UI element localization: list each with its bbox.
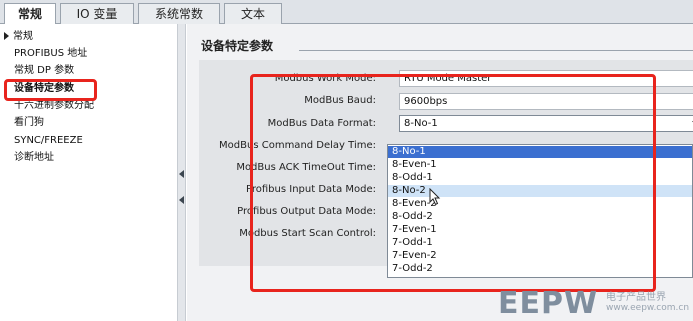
nav-item-profibus-address[interactable]: PROFIBUS 地址 bbox=[14, 45, 87, 62]
watermark-subtitle: 电子产品世界 bbox=[606, 292, 666, 303]
nav-item-general[interactable]: 常规 bbox=[4, 28, 33, 45]
nav-item-diagnostic-address[interactable]: 诊断地址 bbox=[14, 149, 54, 166]
nav-item-sync-freeze[interactable]: SYNC/FREEZE bbox=[14, 132, 83, 149]
eepw-watermark-logo: EEPW bbox=[498, 286, 599, 321]
watermark-url: www.eepw.com.cn bbox=[606, 303, 690, 313]
highlight-box-params bbox=[250, 74, 656, 292]
section-title: 设备特定参数 bbox=[201, 39, 274, 53]
highlight-box-nav bbox=[4, 79, 97, 101]
expand-caret-icon bbox=[4, 32, 9, 40]
section-divider bbox=[299, 50, 693, 51]
collapse-left-icon[interactable] bbox=[179, 170, 184, 178]
tab-system-constants[interactable]: 系统常数 bbox=[138, 3, 220, 24]
expand-left-icon[interactable] bbox=[179, 196, 184, 204]
nav-item-watchdog[interactable]: 看门狗 bbox=[14, 114, 44, 131]
tab-text[interactable]: 文本 bbox=[224, 3, 282, 24]
tab-general[interactable]: 常规 bbox=[4, 3, 56, 25]
tab-io-variables[interactable]: IO 变量 bbox=[60, 3, 134, 24]
left-nav-tree: 常规 PROFIBUS 地址 常规 DP 参数 设备特定参数 十六进制参数分配 … bbox=[0, 24, 178, 321]
tab-bar: 常规 IO 变量 系统常数 文本 bbox=[0, 0, 693, 25]
nav-item-general-dp-params[interactable]: 常规 DP 参数 bbox=[14, 62, 74, 79]
panel-splitter[interactable] bbox=[178, 24, 186, 321]
